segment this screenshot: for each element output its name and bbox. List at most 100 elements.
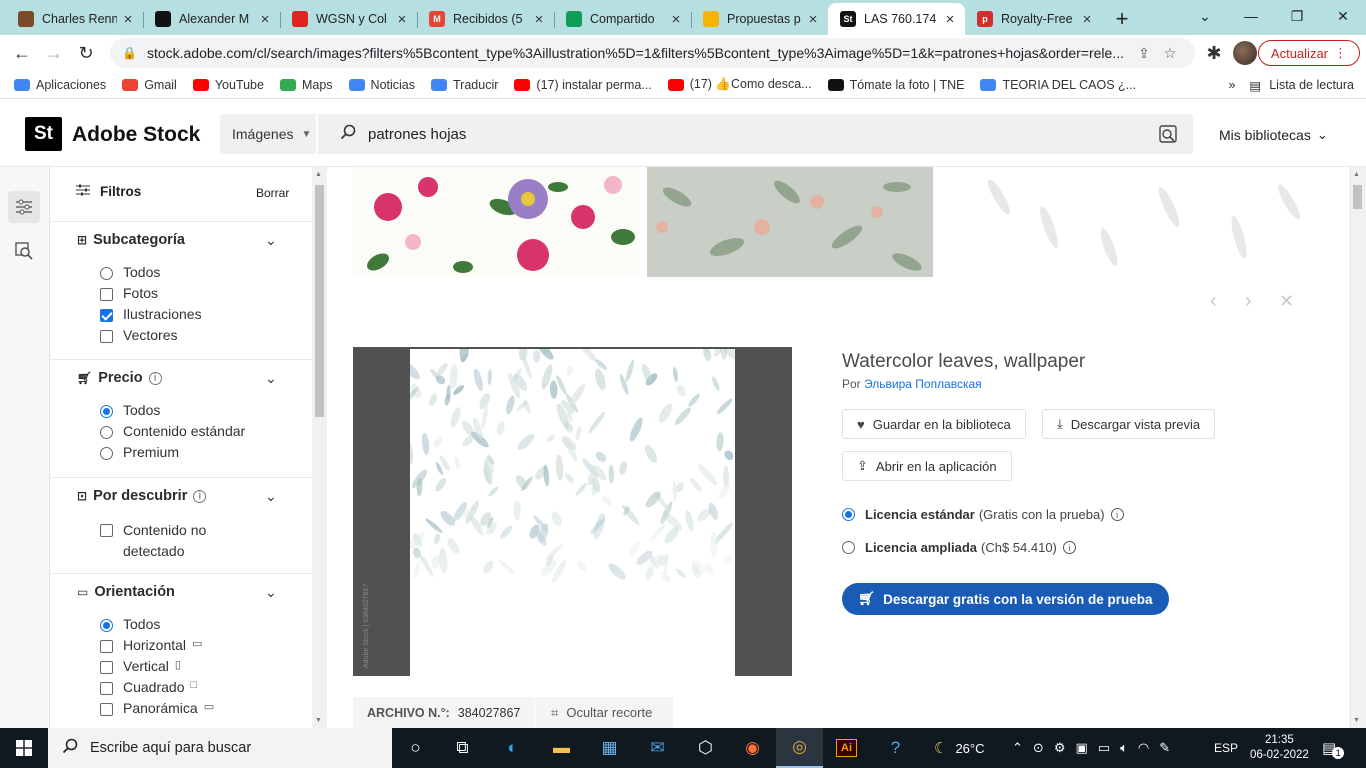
- info-icon[interactable]: i: [193, 489, 207, 503]
- cortana-icon[interactable]: ○: [392, 728, 439, 768]
- restore-button[interactable]: ❐: [1274, 0, 1320, 32]
- lock-icon[interactable]: 🔒: [122, 46, 137, 60]
- standard-license-option[interactable]: Licencia estándar (Gratis con la prueba)…: [842, 507, 1124, 522]
- content-type-select[interactable]: Imágenes ▼: [220, 114, 318, 154]
- page-scrollbar[interactable]: ▲ ▼: [1349, 167, 1366, 728]
- weather-widget[interactable]: ☾ 26°C: [934, 728, 985, 768]
- visual-search-rail-icon[interactable]: [8, 235, 40, 267]
- store-icon[interactable]: ▦: [586, 728, 633, 768]
- volume-icon[interactable]: 🔈︎: [1120, 740, 1128, 756]
- new-tab-button[interactable]: +: [1102, 3, 1142, 35]
- price-option-premium[interactable]: Premium: [100, 444, 300, 460]
- close-tab-icon[interactable]: ×: [121, 11, 135, 28]
- info-icon[interactable]: i: [1110, 508, 1124, 521]
- url-text[interactable]: stock.adobe.com/cl/search/images?filters…: [147, 45, 1131, 61]
- bookmark-item[interactable]: YouTube: [192, 78, 264, 92]
- previous-image-icon[interactable]: ‹: [1210, 290, 1217, 313]
- author-link[interactable]: Эльвира Поплавская: [864, 377, 982, 391]
- chevron-up-icon[interactable]: ⌃: [1012, 740, 1023, 756]
- illustrator-icon[interactable]: Ai: [823, 728, 870, 768]
- bookmark-item[interactable]: Maps: [279, 78, 333, 92]
- browser-tab[interactable]: Propuestas p ×: [691, 3, 828, 35]
- subcategory-option-vectores[interactable]: Vectores: [100, 327, 300, 343]
- thumbnail-watercolor-leaves[interactable]: [939, 167, 1325, 277]
- orientation-option-cuadrado[interactable]: Cuadrado □: [100, 679, 300, 695]
- browser-tab[interactable]: Compartido ×: [554, 3, 691, 35]
- info-icon[interactable]: i: [1062, 541, 1076, 554]
- bookmark-item[interactable]: (17) 👍Como desca...: [667, 77, 812, 92]
- filters-toggle-icon[interactable]: [8, 191, 40, 223]
- bookmark-item[interactable]: TEORIA DEL CAOS ¿...: [980, 78, 1136, 92]
- price-option-standard[interactable]: Contenido estándar: [100, 423, 300, 439]
- filters-scrollbar[interactable]: ▲ ▼: [312, 167, 327, 728]
- close-tab-icon[interactable]: ×: [532, 11, 546, 28]
- taskbar-search[interactable]: Escribe aquí para buscar: [48, 728, 392, 768]
- language-indicator[interactable]: ESP: [1214, 728, 1238, 768]
- preview-image-frame[interactable]: [353, 347, 792, 676]
- price-header[interactable]: 🛒︎ Precio i: [77, 370, 162, 386]
- close-tab-icon[interactable]: ×: [258, 11, 272, 28]
- visual-search-icon[interactable]: [1159, 125, 1177, 148]
- extended-license-option[interactable]: Licencia ampliada (Ch$ 54.410) i: [842, 540, 1076, 555]
- price-option-todos[interactable]: Todos: [100, 402, 300, 418]
- browser-tab[interactable]: M Recibidos (5 ×: [417, 3, 554, 35]
- battery-icon[interactable]: ▭: [1098, 740, 1110, 756]
- browser-tab[interactable]: WGSN y Col ×: [280, 3, 417, 35]
- subcategory-option-todos[interactable]: Todos: [100, 264, 300, 280]
- close-tab-icon[interactable]: ×: [1080, 11, 1094, 28]
- bookmark-item[interactable]: Tómate la foto | TNE: [827, 78, 964, 92]
- hide-crop-button[interactable]: ⌗ Ocultar recorte: [535, 697, 673, 728]
- bookmark-item[interactable]: (17) instalar perma...: [514, 78, 652, 92]
- thumbnail-fruit-leaves[interactable]: [647, 167, 933, 277]
- download-free-trial-button[interactable]: 🛒︎ Descargar gratis con la versión de pr…: [842, 583, 1169, 615]
- download-preview-button[interactable]: ⤓ Descargar vista previa: [1042, 409, 1216, 439]
- back-button[interactable]: ←: [6, 37, 38, 69]
- windows-start-icon[interactable]: [0, 728, 48, 768]
- reload-button[interactable]: ↻: [70, 37, 102, 69]
- my-libraries-menu[interactable]: Mis bibliotecas ⌄: [1219, 127, 1328, 143]
- pen-icon[interactable]: ✎: [1159, 740, 1170, 756]
- wifi-icon[interactable]: ◠: [1138, 740, 1149, 756]
- open-in-app-button[interactable]: ⇪ Abrir en la aplicación: [842, 451, 1012, 481]
- profile-avatar[interactable]: [1233, 41, 1257, 65]
- info-icon[interactable]: i: [148, 371, 162, 385]
- browser-tab[interactable]: St LAS 760.174 ×: [828, 3, 965, 35]
- tab-search-icon[interactable]: ⌄: [1182, 0, 1228, 32]
- forward-button[interactable]: →: [38, 37, 70, 69]
- thumbnail-floral-pattern[interactable]: [353, 167, 639, 277]
- close-tab-icon[interactable]: ×: [806, 11, 820, 28]
- close-tab-icon[interactable]: ×: [395, 11, 409, 28]
- firefox-icon[interactable]: ◉: [729, 728, 776, 768]
- edge-icon[interactable]: ◐: [489, 728, 536, 768]
- orientation-option-todos[interactable]: Todos: [100, 616, 300, 632]
- orientation-option-panoramica[interactable]: Panorámica ▭: [100, 700, 300, 716]
- close-window-button[interactable]: ✕: [1320, 0, 1366, 32]
- chevron-down-icon[interactable]: ⌄: [265, 232, 277, 249]
- search-input[interactable]: [368, 114, 1128, 154]
- chevron-down-icon[interactable]: ⌄: [265, 370, 277, 387]
- clock[interactable]: 21:35 06-02-2022: [1250, 728, 1309, 768]
- adobe-stock-logo-mark[interactable]: St: [25, 117, 62, 151]
- close-tab-icon[interactable]: ×: [669, 11, 683, 28]
- subcategory-option-ilustraciones[interactable]: Ilustraciones: [100, 306, 300, 322]
- chevron-down-icon[interactable]: ⌄: [265, 584, 277, 601]
- minimize-button[interactable]: —: [1228, 0, 1274, 32]
- share-icon[interactable]: ⇪: [1131, 45, 1157, 62]
- display-icon[interactable]: ▣: [1075, 740, 1087, 756]
- bookmark-item[interactable]: Aplicaciones: [14, 78, 106, 92]
- chrome-icon[interactable]: ◎: [776, 728, 823, 768]
- orientation-option-vertical[interactable]: Vertical ▯: [100, 658, 300, 674]
- next-image-icon[interactable]: ›: [1245, 290, 1252, 313]
- file-explorer-icon[interactable]: ▬: [538, 728, 585, 768]
- update-button[interactable]: Actualizar ⋮: [1257, 40, 1360, 66]
- bookmark-item[interactable]: Noticias: [348, 78, 415, 92]
- camera-icon[interactable]: ⊙: [1033, 740, 1044, 756]
- orientation-header[interactable]: ▭ Orientación: [77, 584, 175, 600]
- browser-tab[interactable]: p Royalty-Free ×: [965, 3, 1102, 35]
- undiscovered-option[interactable]: Contenido no detectado: [100, 520, 260, 562]
- extensions-icon[interactable]: ✱: [1198, 37, 1230, 69]
- bookmarks-overflow-icon[interactable]: »: [1228, 78, 1235, 92]
- clear-filters-button[interactable]: Borrar: [256, 186, 289, 200]
- notifications-button[interactable]: ▤ 1: [1322, 728, 1345, 768]
- bookmark-item[interactable]: Gmail: [122, 78, 177, 92]
